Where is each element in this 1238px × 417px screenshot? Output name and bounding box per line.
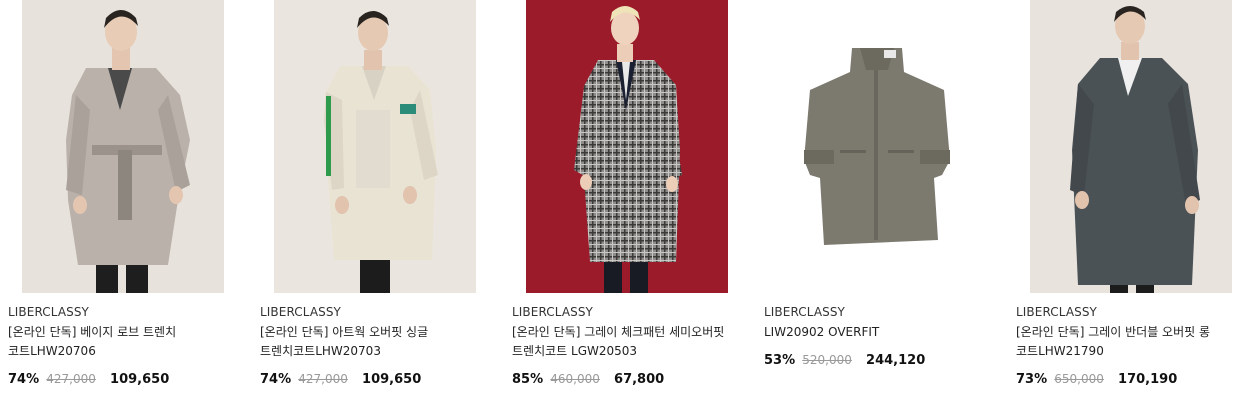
product-photo-cream-trench-coat (260, 0, 486, 293)
original-price: 427,000 (298, 372, 348, 386)
price-row: 53% 520,000 244,120 (764, 352, 990, 369)
product-image[interactable] (764, 0, 990, 293)
price-row: 85% 460,000 67,800 (512, 371, 738, 388)
product-photo-grey-check-coat (512, 0, 738, 293)
discount-rate: 74% (260, 372, 292, 387)
product-image[interactable] (8, 0, 234, 293)
product-card[interactable]: LIBERCLASSY [온라인 단독] 그레이 반더블 오버핏 롱 코트LHW… (1016, 0, 1238, 388)
discount-rate: 73% (1016, 372, 1048, 387)
product-brand: LIBERCLASSY (260, 305, 341, 319)
product-photo-khaki-overfit-coat (764, 0, 990, 293)
product-photo-grey-long-coat (1016, 0, 1238, 293)
product-photo-beige-robe-coat (8, 0, 234, 293)
discount-rate: 85% (512, 372, 544, 387)
original-price: 650,000 (1054, 372, 1104, 386)
product-title[interactable]: [온라인 단독] 그레이 체크패턴 세미오버핏 트렌치코트 LGW20503 (512, 323, 738, 361)
discount-rate: 53% (764, 353, 796, 368)
product-card[interactable]: LIBERCLASSY [온라인 단독] 그레이 체크패턴 세미오버핏 트렌치코… (512, 0, 738, 388)
original-price: 427,000 (46, 372, 96, 386)
sale-price: 109,650 (362, 372, 422, 387)
product-grid: LIBERCLASSY [온라인 단독] 베이지 로브 트렌치 코트LHW207… (0, 0, 1238, 417)
product-image[interactable] (1016, 0, 1238, 293)
product-title[interactable]: [온라인 단독] 베이지 로브 트렌치 코트LHW20706 (8, 323, 234, 361)
product-card[interactable]: LIBERCLASSY LIW20902 OVERFIT 53% 520,000… (764, 0, 990, 369)
product-card[interactable]: LIBERCLASSY [온라인 단독] 아트웍 오버핏 싱글 트렌치코트LHW… (260, 0, 486, 388)
product-brand: LIBERCLASSY (764, 305, 845, 319)
product-brand: LIBERCLASSY (512, 305, 593, 319)
price-row: 73% 650,000 170,190 (1016, 371, 1238, 388)
price-row: 74% 427,000 109,650 (260, 371, 486, 388)
discount-rate: 74% (8, 372, 40, 387)
product-title[interactable]: LIW20902 OVERFIT (764, 323, 990, 342)
original-price: 520,000 (802, 353, 852, 367)
product-image[interactable] (512, 0, 738, 293)
price-row: 74% 427,000 109,650 (8, 371, 234, 388)
product-brand: LIBERCLASSY (8, 305, 89, 319)
product-image[interactable] (260, 0, 486, 293)
product-brand: LIBERCLASSY (1016, 305, 1097, 319)
product-card[interactable]: LIBERCLASSY [온라인 단독] 베이지 로브 트렌치 코트LHW207… (8, 0, 234, 388)
sale-price: 109,650 (110, 372, 170, 387)
sale-price: 67,800 (614, 372, 665, 387)
original-price: 460,000 (550, 372, 600, 386)
sale-price: 244,120 (866, 353, 926, 368)
sale-price: 170,190 (1118, 372, 1178, 387)
product-title[interactable]: [온라인 단독] 그레이 반더블 오버핏 롱 코트LHW21790 (1016, 323, 1238, 361)
product-title[interactable]: [온라인 단독] 아트웍 오버핏 싱글 트렌치코트LHW20703 (260, 323, 486, 361)
